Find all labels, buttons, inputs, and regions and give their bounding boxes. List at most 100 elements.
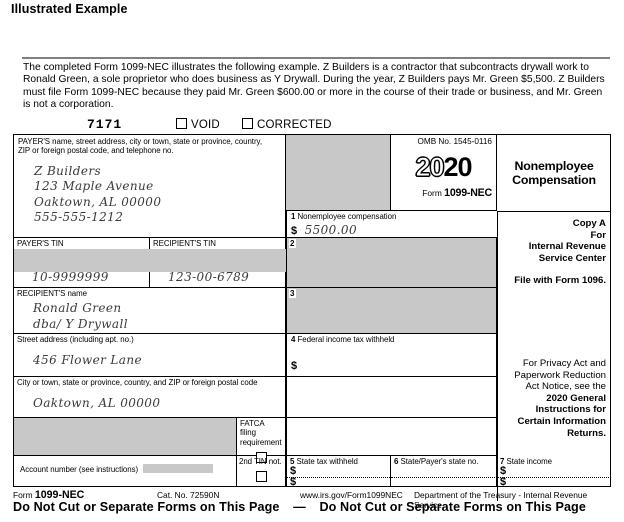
box4-caption: 4 Federal income tax withheld (291, 335, 492, 344)
form-identifier: Form 1099-NEC (395, 187, 492, 199)
box1-nonemployee-compensation[interactable]: 1 Nonemployee compensation $ 5500.00 (286, 211, 497, 238)
box5-dollar-1: $ (290, 465, 297, 478)
box2-number: 2 (289, 239, 297, 248)
page-title: Illustrated Example (11, 2, 128, 16)
recipient-city: Oaktown, AL 00000 (33, 396, 161, 411)
corrected-checkbox[interactable] (242, 118, 253, 129)
box4-number: 4 (291, 335, 296, 344)
shaded-area-top (286, 135, 391, 211)
do-not-cut-right: Do Not Cut or Separate Forms on This Pag… (319, 500, 586, 514)
omb-number: OMB No. 1545-0116 (417, 137, 493, 146)
box5-caption: 5 State tax withheld (290, 457, 387, 466)
payer-tin-cell[interactable]: PAYER'S TIN 10-9999999 (14, 238, 150, 288)
recipient-city-cell[interactable]: City or town, state or province, country… (14, 377, 286, 418)
copy-line-5: File with Form 1096. (514, 275, 606, 287)
corrected-label: CORRECTED (257, 119, 332, 131)
recipient-street-label: Street address (including apt. no.) (17, 335, 134, 344)
second-tin-label: 2nd TIN not. (239, 457, 282, 466)
payer-city-state-zip: Oaktown, AL 00000 (34, 194, 162, 209)
horizontal-rule (22, 57, 610, 59)
recipient-street: 456 Flower Lane (33, 353, 142, 368)
nec-title-line1: Nonemployee (514, 158, 594, 173)
account-number-cell[interactable]: Account number (see instructions) (14, 456, 237, 487)
payer-caption: PAYER'S name, street address, city or to… (18, 137, 262, 156)
box6-caption: 6 State/Payer's state no. (394, 457, 493, 466)
recipient-street-cell[interactable]: Street address (including apt. no.) 456 … (14, 334, 286, 377)
box5-divider (287, 477, 392, 478)
box3-number: 3 (289, 289, 297, 298)
box4-federal-income-tax-withheld[interactable]: 4 Federal income tax withheld $ (286, 334, 497, 377)
recipient-name-label: RECIPIENT'S name (17, 289, 87, 298)
box1-number: 1 (291, 212, 296, 221)
payer-tin-label: PAYER'S TIN (17, 239, 64, 248)
blank-middle-cell (286, 418, 497, 456)
box7-caption: 7 State income (500, 457, 608, 466)
do-not-cut-notice: Do Not Cut or Separate Forms on This Pag… (13, 500, 611, 514)
void-checkbox[interactable] (176, 118, 187, 129)
box5-state-tax-withheld[interactable]: 5 State tax withheld $ $ (286, 456, 392, 488)
box2-direct-sales[interactable]: 2 (286, 238, 497, 288)
corrected-checkbox-group[interactable]: CORRECTED (242, 118, 332, 131)
box6-state-payer-state-no[interactable]: 6 State/Payer's state no. (391, 456, 497, 487)
recipient-tin-shade (150, 249, 286, 272)
box3-reserved[interactable]: 3 (286, 288, 497, 334)
recipient-city-label: City or town, state or province, country… (17, 378, 258, 387)
illustrated-example-page: Illustrated Example The completed Form 1… (0, 0, 624, 522)
box6-label: State/Payer's state no. (400, 457, 479, 466)
copy-line-2: For (590, 229, 606, 241)
box4-continuation (286, 377, 497, 418)
recipient-tin-value: 123-00-6789 (168, 270, 250, 284)
form-name: 1099-NEC (444, 187, 492, 199)
form-prefix: Form (422, 188, 442, 198)
recipient-name-cell[interactable]: RECIPIENT'S name Ronald Green dba/ Y Dry… (14, 288, 286, 334)
footer-form-prefix: Form (13, 490, 33, 500)
do-not-cut-left: Do Not Cut or Separate Forms on This Pag… (13, 500, 280, 514)
recipient-dba: dba/ Y Drywall (33, 316, 128, 331)
fatca-filing-requirement-cell[interactable]: FATCA filing requirement (237, 418, 286, 464)
box4-label: Federal income tax withheld (297, 335, 395, 344)
recipient-tin-label: RECIPIENT'S TIN (153, 239, 216, 248)
privacy-notice-normal: For Privacy Act and Paperwork Reduction … (514, 358, 606, 393)
void-label: VOID (191, 119, 220, 131)
payer-tin-shade (14, 249, 150, 272)
payer-street: 123 Maple Avenue (34, 179, 154, 194)
box4-dollar-sign: $ (291, 360, 298, 373)
account-number-shade (142, 464, 213, 473)
box7-dollar-1: $ (500, 465, 507, 478)
box1-caption: 1 Nonemployee compensation (291, 212, 493, 221)
second-tin-notice-cell[interactable]: 2nd TIN not. (237, 456, 286, 487)
void-checkbox-group[interactable]: VOID (176, 118, 220, 131)
box5-dollar-2: $ (290, 476, 297, 488)
box1-label: Nonemployee compensation (297, 212, 397, 221)
box1-amount: 5500.00 (304, 223, 358, 238)
box7-state-income[interactable]: 7 State income $ $ (497, 456, 611, 488)
nonemployee-compensation-title: Nonemployee Compensation (497, 135, 611, 211)
payer-phone: 555-555-1212 (34, 210, 124, 225)
second-tin-checkbox[interactable] (255, 471, 267, 483)
payer-name: Z Builders (34, 163, 102, 178)
footer-url[interactable]: www.irs.gov/Form1099NEC (300, 490, 403, 500)
void-corrected-row: 7171 VOID CORRECTED (13, 117, 611, 134)
recipient-tin-cell[interactable]: RECIPIENT'S TIN 123-00-6789 (150, 238, 286, 288)
shaded-area-account (14, 418, 237, 456)
payer-block[interactable]: PAYER'S name, street address, city or to… (14, 135, 286, 238)
footer-catalog-number: Cat. No. 72590N (157, 490, 220, 500)
tax-year: 2020 (395, 152, 492, 182)
copy-a-block: Copy A For Internal Revenue Service Cent… (497, 211, 611, 354)
intro-paragraph: The completed Form 1099-NEC illustrates … (23, 62, 605, 111)
box1-dollar-sign: $ (291, 225, 298, 238)
box5-label: State tax withheld (296, 457, 358, 466)
recipient-name: Ronald Green (33, 301, 122, 316)
box7-label: State income (506, 457, 553, 466)
form-footer: Form 1099-NEC Cat. No. 72590N www.irs.go… (13, 489, 611, 514)
box6-number: 6 (394, 457, 399, 466)
fatca-label: FATCA filing requirement (240, 419, 282, 447)
copy-line-1: Copy A (572, 218, 606, 229)
copy-line-4: Service Center (538, 252, 606, 264)
tax-year-bold: 20 (443, 152, 473, 182)
box7-divider (497, 477, 611, 478)
do-not-cut-dash: — (293, 500, 306, 514)
privacy-notice-bold: 2020 General Instructions for Certain In… (517, 392, 606, 439)
box6-divider (391, 477, 497, 478)
form-1099-nec: PAYER'S name, street address, city or to… (13, 134, 611, 501)
